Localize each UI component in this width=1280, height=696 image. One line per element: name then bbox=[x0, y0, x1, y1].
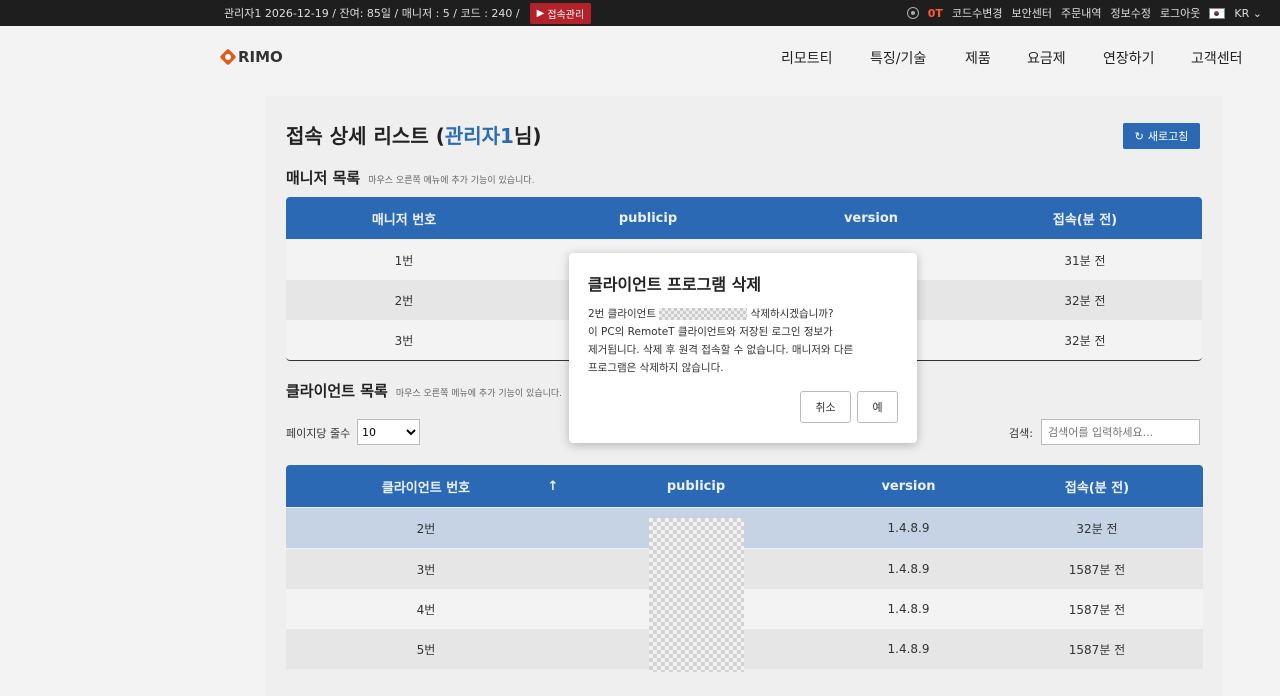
dialog-line-4: 프로그램은 삭제하지 않습니다. bbox=[588, 362, 724, 374]
cancel-button[interactable]: 취소 bbox=[800, 391, 851, 423]
redacted-client-name bbox=[659, 308, 748, 320]
confirm-button[interactable]: 예 bbox=[857, 391, 898, 423]
dialog-line-1-prefix: 2번 클라이언트 bbox=[588, 308, 656, 320]
dialog-title: 클라이언트 프로그램 삭제 bbox=[588, 275, 762, 294]
delete-client-dialog: 클라이언트 프로그램 삭제 2번 클라이언트 삭제하시겠습니까? 이 PC의 R… bbox=[569, 253, 917, 443]
dialog-line-1: 2번 클라이언트 삭제하시겠습니까? bbox=[588, 305, 888, 323]
dialog-line-2: 이 PC의 RemoteT 클라이언트와 저장된 로그인 정보가 bbox=[588, 326, 833, 338]
dialog-line-1-suffix: 삭제하시겠습니까? bbox=[750, 308, 834, 320]
dialog-line-3: 제거됩니다. 삭제 후 원격 접속할 수 없습니다. 매니저와 다른 bbox=[588, 344, 854, 356]
dialog-message: 2번 클라이언트 삭제하시겠습니까? 이 PC의 RemoteT 클라이언트와 … bbox=[588, 305, 888, 377]
